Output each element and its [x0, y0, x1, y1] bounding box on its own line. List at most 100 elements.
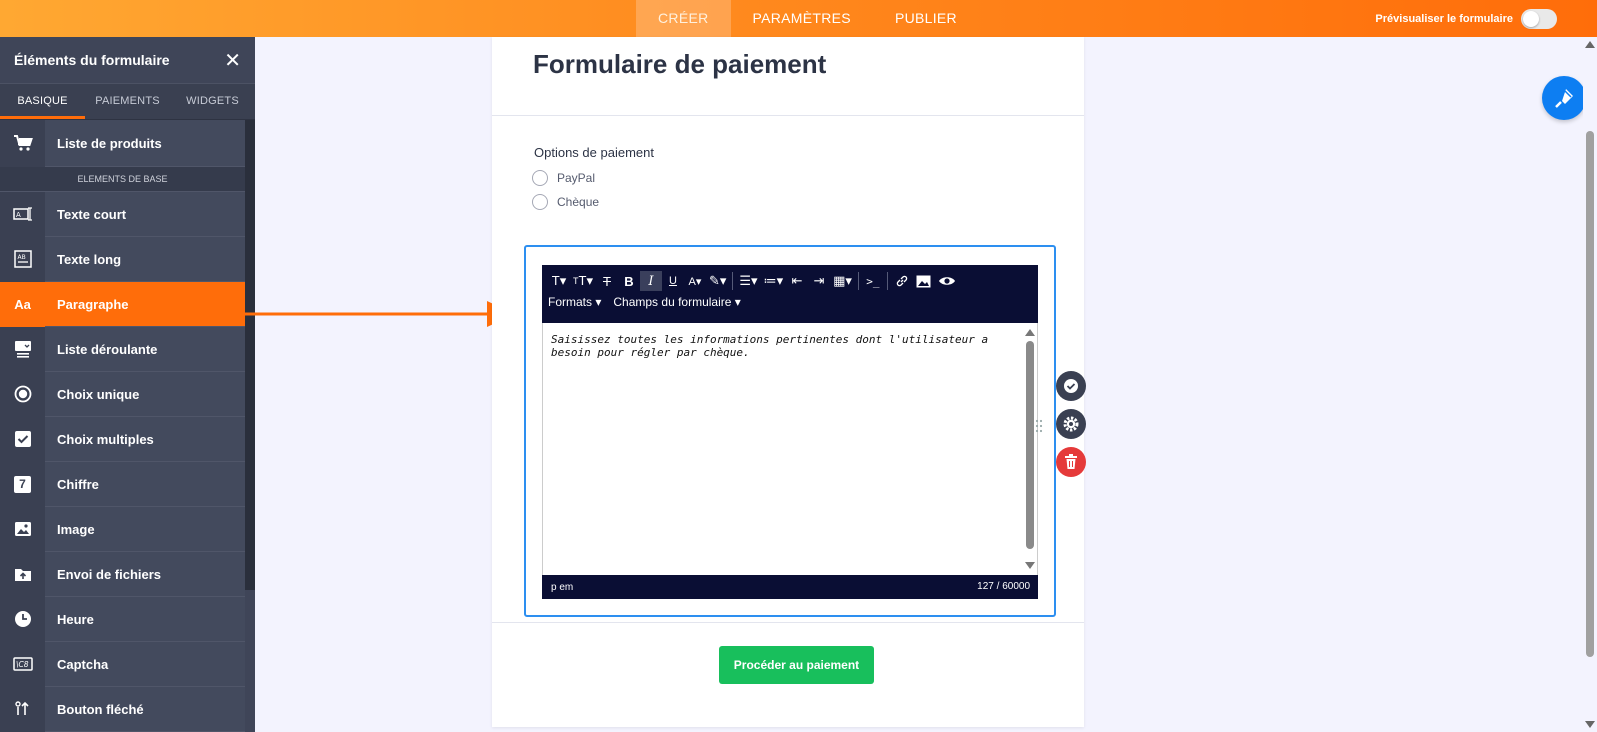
preview-control: Prévisualiser le formulaire: [1375, 0, 1557, 37]
sidebar-item-choix-multiples[interactable]: Choix multiples: [0, 416, 245, 462]
preview-eye-icon[interactable]: [935, 271, 959, 291]
proceed-payment-button[interactable]: Procéder au paiement: [719, 646, 874, 684]
scroll-thumb[interactable]: [1586, 131, 1594, 657]
form-elements-sidebar: Éléments du formulaire ✕ BASIQUE PAIEMEN…: [0, 37, 255, 732]
sidebar-item-image[interactable]: Image: [0, 506, 245, 552]
underline-icon[interactable]: U: [662, 271, 684, 291]
paint-brush-icon[interactable]: [1542, 76, 1586, 120]
formats-label: Formats: [548, 295, 593, 309]
tab-paiements[interactable]: PAIEMENTS: [85, 84, 170, 119]
tab-publier[interactable]: PUBLIER: [873, 0, 979, 37]
top-bar: CRÉER PARAMÈTRES PUBLIER Prévisualiser l…: [0, 0, 1597, 37]
formats-dropdown[interactable]: Formats ▾: [548, 295, 601, 309]
clock-icon: [0, 596, 45, 642]
sidebar-item-label: Heure: [57, 611, 94, 627]
sidebar-item-heure[interactable]: Heure: [0, 596, 245, 642]
radio-option-cheque[interactable]: Chèque: [532, 194, 599, 210]
dropdown-icon: [0, 326, 45, 372]
clear-format-icon[interactable]: T: [596, 271, 618, 291]
trash-icon[interactable]: [1056, 447, 1086, 477]
gear-icon[interactable]: [1056, 409, 1086, 439]
table-icon[interactable]: ▦▾: [830, 271, 855, 291]
page-scrollbar[interactable]: [1583, 37, 1597, 732]
section-heading: ELEMENTS DE BASE: [0, 167, 245, 192]
editor-text[interactable]: Saisissez toutes les informations pertin…: [551, 333, 1011, 359]
radio-label: PayPal: [557, 171, 596, 185]
bullet-list-icon[interactable]: ≔▾: [761, 271, 787, 291]
preview-toggle[interactable]: [1521, 8, 1557, 29]
sidebar-item-envoi-de-fichiers[interactable]: Envoi de fichiers: [0, 551, 245, 597]
sidebar-item-label: Choix multiples: [57, 431, 154, 447]
char-count: 127 / 60000: [977, 581, 1030, 592]
tab-creer[interactable]: CRÉER: [636, 0, 731, 37]
code-icon[interactable]: >_: [862, 271, 884, 291]
scroll-up-icon[interactable]: [1585, 41, 1595, 48]
scroll-down-icon[interactable]: [1585, 721, 1595, 728]
paragraph-field[interactable]: T▾ T T▾ T B I U A▾ ✎▾ ☰▾ ≔▾ ⇤ ⇥ ▦▾ >_ Fo…: [524, 245, 1056, 617]
scroll-up-icon[interactable]: [1025, 329, 1035, 336]
highlight-icon[interactable]: ✎▾: [706, 271, 729, 291]
sidebar-item-liste-de-produits[interactable]: Liste de produits: [0, 119, 245, 167]
editor-content-area[interactable]: Saisissez toutes les informations pertin…: [542, 323, 1038, 575]
scroll-down-icon[interactable]: [1025, 562, 1035, 569]
sidebar-tabs: BASIQUE PAIEMENTS WIDGETS: [0, 84, 255, 120]
sidebar-item-texte-court[interactable]: A Texte court: [0, 191, 245, 237]
sidebar-item-bouton-fleche[interactable]: Bouton fléché: [0, 686, 245, 732]
sidebar-item-label: Choix unique: [57, 386, 140, 402]
outdent-icon[interactable]: ⇤: [786, 271, 808, 291]
sidebar-item-label: Liste de produits: [57, 135, 162, 151]
sidebar-item-choix-unique[interactable]: Choix unique: [0, 371, 245, 417]
drag-handle-icon[interactable]: [1035, 419, 1043, 433]
font-family-icon[interactable]: T▾: [548, 271, 570, 291]
close-icon[interactable]: ✕: [224, 48, 241, 73]
form-title[interactable]: Formulaire de paiement: [533, 49, 826, 80]
payment-options-label[interactable]: Options de paiement: [534, 145, 654, 160]
element-path[interactable]: p em: [551, 582, 573, 593]
editor-statusbar: p em 127 / 60000: [542, 575, 1038, 599]
separator: [886, 272, 888, 290]
radio-option-paypal[interactable]: PayPal: [532, 170, 595, 186]
sidebar-item-label: Captcha: [57, 656, 109, 672]
sidebar-item-liste-deroulante[interactable]: Liste déroulante: [0, 326, 245, 372]
sidebar-item-label: Texte long: [57, 251, 122, 267]
radio-button[interactable]: [532, 194, 548, 210]
captcha-icon: \C8: [0, 641, 45, 687]
short-text-icon: A: [0, 191, 45, 237]
tab-basique[interactable]: BASIQUE: [0, 84, 85, 119]
align-icon[interactable]: ☰▾: [736, 271, 760, 291]
divider: [492, 622, 1084, 623]
text-color-icon[interactable]: A▾: [684, 271, 706, 291]
sidebar-item-chiffre[interactable]: 7 Chiffre: [0, 461, 245, 507]
sidebar-scrollbar[interactable]: [245, 120, 255, 590]
sidebar-item-label: Image: [57, 521, 95, 537]
italic-icon[interactable]: I: [639, 271, 662, 291]
tab-parametres[interactable]: PARAMÈTRES: [731, 0, 873, 37]
field-tools: [1056, 371, 1086, 485]
top-nav: CRÉER PARAMÈTRES PUBLIER: [636, 0, 979, 37]
sidebar-item-label: Chiffre: [57, 476, 99, 492]
form-fields-dropdown[interactable]: Champs du formulaire ▾: [613, 295, 740, 309]
font-size-icon[interactable]: T T▾: [570, 271, 596, 291]
separator: [857, 272, 859, 290]
link-icon[interactable]: [891, 271, 913, 291]
tab-widgets[interactable]: WIDGETS: [170, 84, 255, 119]
svg-text:\C8: \C8: [16, 660, 29, 669]
indent-icon[interactable]: ⇥: [808, 271, 830, 291]
separator: [732, 272, 734, 290]
radio-button[interactable]: [532, 170, 548, 186]
number-glyph: 7: [14, 475, 31, 493]
sidebar-item-label: Envoi de fichiers: [57, 566, 162, 582]
long-text-icon: AB: [0, 236, 45, 282]
sidebar-item-captcha[interactable]: \C8 Captcha: [0, 641, 245, 687]
sidebar-list: Liste de produits ELEMENTS DE BASE A Tex…: [0, 119, 245, 732]
radio-label: Chèque: [557, 195, 600, 209]
check-icon[interactable]: [1056, 371, 1086, 401]
insert-image-icon[interactable]: [913, 271, 935, 291]
editor-scrollbar[interactable]: [1024, 327, 1036, 571]
sidebar-item-texte-long[interactable]: AB Texte long: [0, 236, 245, 282]
scroll-thumb[interactable]: [1026, 341, 1034, 549]
bold-icon[interactable]: B: [618, 271, 640, 291]
svg-text:A: A: [16, 211, 21, 219]
sidebar-header: Éléments du formulaire ✕: [0, 37, 255, 84]
upload-icon: [0, 551, 45, 597]
